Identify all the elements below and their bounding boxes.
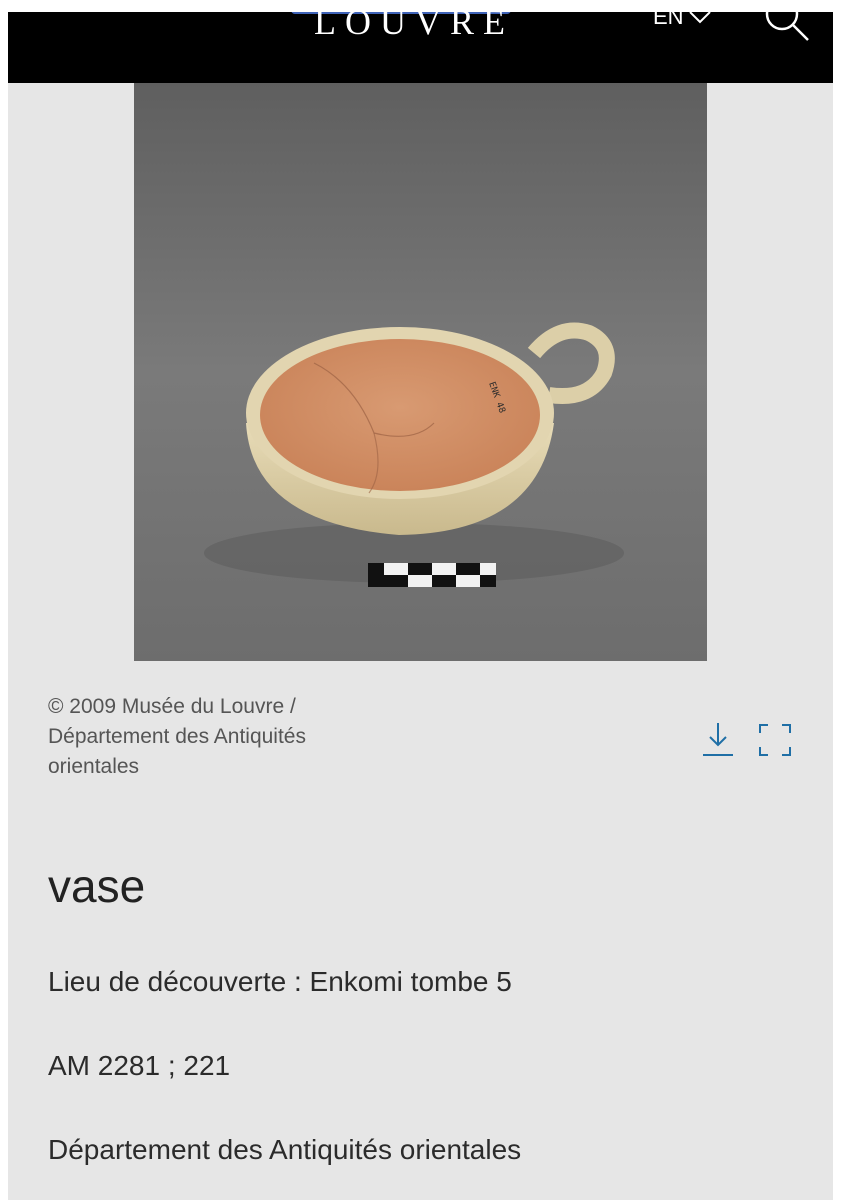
credit-line-1: © 2009 Musée du Louvre / <box>48 695 296 718</box>
chevron-down-icon <box>688 12 711 24</box>
find-place: Lieu de découverte : Enkomi tombe 5 <box>48 966 512 997</box>
search-button[interactable] <box>762 12 812 48</box>
image-credit: © 2009 Musée du Louvre / Département des… <box>48 692 408 782</box>
fullscreen-icon <box>759 724 791 756</box>
louvre-logo[interactable]: LOUVRE <box>314 12 544 42</box>
object-title: vase <box>48 860 146 912</box>
credit-line-2: Département des Antiquités <box>48 725 306 748</box>
scale-bar <box>368 563 496 587</box>
fullscreen-button[interactable] <box>758 723 792 757</box>
download-button[interactable] <box>701 721 735 759</box>
language-selector[interactable]: EN <box>653 12 712 34</box>
inventory-number: AM 2281 ; 221 <box>48 1050 231 1081</box>
page: LOUVRE EN ENK 48 © 2009 Musée du Louvre … <box>8 12 833 1200</box>
credit-line-3: orientales <box>48 755 140 778</box>
search-icon <box>765 12 809 41</box>
artwork-image[interactable]: ENK 48 <box>134 83 707 661</box>
department-link[interactable]: Département des Antiquités orientales <box>48 1132 521 1168</box>
top-navigation-bar: LOUVRE EN <box>8 12 833 83</box>
language-label: EN <box>653 12 684 29</box>
download-icon <box>703 723 733 756</box>
